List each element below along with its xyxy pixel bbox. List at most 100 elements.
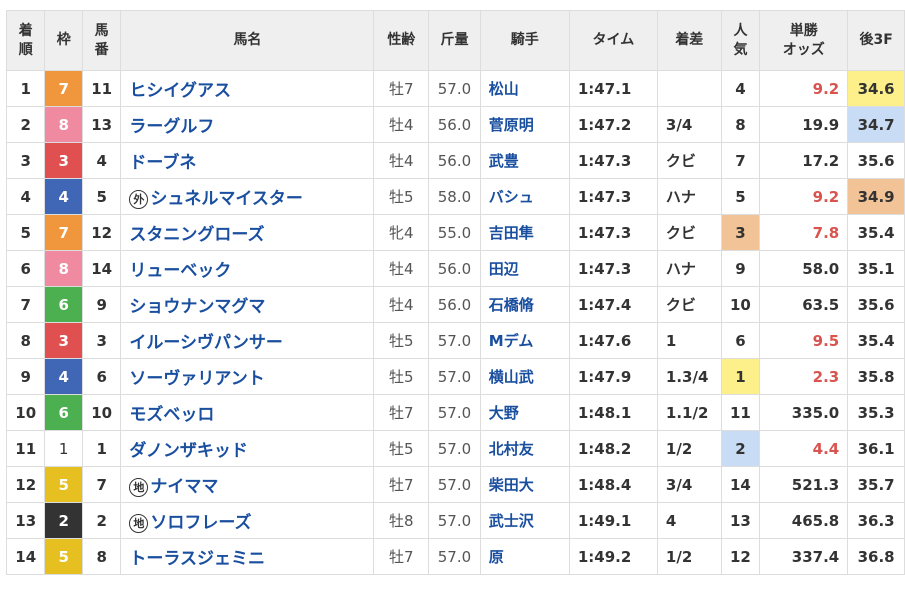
horse-name-cell[interactable]: ショウナンマグマ <box>120 286 375 323</box>
horse-name-cell[interactable]: スタニングローズ <box>120 214 375 251</box>
horse-name-cell[interactable]: ソーヴァリアント <box>120 358 375 395</box>
last3f-cell: 35.4 <box>847 214 905 251</box>
last3f-cell: 34.6 <box>847 70 905 107</box>
time-cell: 1:49.1 <box>568 502 658 539</box>
waku-cell: 2 <box>44 502 83 539</box>
weight-cell: 57.0 <box>428 466 481 503</box>
horse-name-link[interactable]: ヒシイグアス <box>129 81 231 101</box>
jockey-link[interactable]: 松山 <box>479 70 570 107</box>
horse-name-link[interactable]: ナイママ <box>150 477 218 497</box>
jockey-link[interactable]: 田辺 <box>479 250 570 287</box>
horse-name-link[interactable]: ダノンザキッド <box>129 441 248 461</box>
horse-name-cell[interactable]: リューベック <box>120 250 375 287</box>
rank-cell: 11 <box>5 430 46 467</box>
rank-cell: 12 <box>5 466 46 503</box>
jockey-link[interactable]: 石橋脩 <box>479 286 570 323</box>
header-waku-label: 枠 <box>56 32 71 48</box>
jockey-link[interactable]: 原 <box>479 538 570 575</box>
popularity-cell: 6 <box>720 322 761 359</box>
header-odds[interactable]: 単勝 オッズ <box>759 10 849 71</box>
header-weight: 斤量 <box>428 10 481 71</box>
umaban-cell: 9 <box>81 286 122 323</box>
header-rank[interactable]: 着 順 <box>5 10 46 71</box>
header-weight-label: 斤量 <box>440 32 469 48</box>
umaban-cell: 10 <box>81 394 122 431</box>
rank-cell: 4 <box>5 178 46 215</box>
jockey-link[interactable]: 吉田隼 <box>479 214 570 251</box>
time-cell: 1:49.2 <box>568 538 658 575</box>
rank-cell: 8 <box>5 322 46 359</box>
horse-name-cell[interactable]: 地ソロフレーズ <box>120 502 375 539</box>
sexage-cell: 牡7 <box>373 394 430 431</box>
last3f-cell: 34.9 <box>847 178 905 215</box>
sexage-cell: 牡5 <box>373 178 430 215</box>
waku-cell: 5 <box>44 466 83 503</box>
umaban-cell: 2 <box>81 502 122 539</box>
popularity-cell: 13 <box>720 502 761 539</box>
waku-cell: 7 <box>44 70 83 107</box>
time-cell: 1:47.1 <box>568 70 658 107</box>
horse-name-link[interactable]: ソーヴァリアント <box>129 369 264 389</box>
horse-name-link[interactable]: シュネルマイスター <box>150 189 303 209</box>
jockey-link[interactable]: 柴田大 <box>479 466 570 503</box>
horse-name-cell[interactable]: 地ナイママ <box>120 466 375 503</box>
jockey-link[interactable]: Mデム <box>479 322 570 359</box>
table-row: 13 2 2 地ソロフレーズ 牡8 57.0 武士沢 1:49.1 4 13 465.8 36.3 <box>5 502 905 539</box>
jockey-link[interactable]: バシュ <box>479 178 570 215</box>
header-umaban[interactable]: 馬 番 <box>81 10 122 71</box>
sexage-cell: 牡4 <box>373 286 430 323</box>
horse-name-cell[interactable]: ドーブネ <box>120 142 375 179</box>
weight-cell: 57.0 <box>428 538 481 575</box>
waku-cell: 7 <box>44 214 83 251</box>
odds-cell: 4.4 <box>759 430 849 467</box>
jockey-link[interactable]: 横山武 <box>479 358 570 395</box>
weight-cell: 56.0 <box>428 250 481 287</box>
horse-name-link[interactable]: リューベック <box>129 261 231 281</box>
umaban-cell: 8 <box>81 538 122 575</box>
last3f-cell: 35.3 <box>847 394 905 431</box>
last3f-cell: 36.3 <box>847 502 905 539</box>
horse-name-link[interactable]: ソロフレーズ <box>150 513 251 533</box>
header-waku[interactable]: 枠 <box>44 10 83 71</box>
time-cell: 1:47.3 <box>568 178 658 215</box>
header-time: タイム <box>568 10 658 71</box>
odds-cell: 7.8 <box>759 214 849 251</box>
header-popularity[interactable]: 人 気 <box>720 10 761 71</box>
table-row: 5 7 12 スタニングローズ 牝4 55.0 吉田隼 1:47.3 クビ 3 7.8 35.4 <box>5 214 905 251</box>
jockey-link[interactable]: 武士沢 <box>479 502 570 539</box>
horse-name-cell[interactable]: イルーシヴパンサー <box>120 322 375 359</box>
horse-name-link[interactable]: トーラスジェミニ <box>129 549 265 569</box>
jockey-link[interactable]: 北村友 <box>479 430 570 467</box>
last3f-cell: 35.8 <box>847 358 905 395</box>
time-cell: 1:47.2 <box>568 106 658 143</box>
horse-name-cell[interactable]: ラーグルフ <box>120 106 375 143</box>
weight-cell: 57.0 <box>428 358 481 395</box>
sexage-cell: 牡5 <box>373 322 430 359</box>
header-sexage: 性齢 <box>373 10 430 71</box>
popularity-cell: 8 <box>720 106 761 143</box>
horse-name-link[interactable]: ラーグルフ <box>129 117 214 137</box>
jockey-link[interactable]: 武豊 <box>479 142 570 179</box>
header-rank-label: 着 順 <box>18 22 33 58</box>
jockey-link[interactable]: 大野 <box>479 394 570 431</box>
horse-name-link[interactable]: モズベッロ <box>129 405 214 425</box>
header-jockey-label: 騎手 <box>510 32 539 48</box>
horse-name-cell[interactable]: 外シュネルマイスター <box>120 178 375 215</box>
weight-cell: 57.0 <box>428 394 481 431</box>
horse-name-link[interactable]: ドーブネ <box>129 153 196 173</box>
horse-name-cell[interactable]: ダノンザキッド <box>120 430 375 467</box>
horse-name-cell[interactable]: ヒシイグアス <box>120 70 375 107</box>
sexage-cell: 牡4 <box>373 142 430 179</box>
popularity-cell: 9 <box>720 250 761 287</box>
header-last3f[interactable]: 後3F <box>847 10 905 71</box>
horse-name-link[interactable]: イルーシヴパンサー <box>129 333 283 353</box>
margin-cell: クビ <box>656 142 722 179</box>
horse-name-cell[interactable]: モズベッロ <box>120 394 375 431</box>
waku-cell: 5 <box>44 538 83 575</box>
jockey-link[interactable]: 菅原明 <box>479 106 570 143</box>
header-odds-label: 単勝 オッズ <box>782 22 825 58</box>
horse-name-cell[interactable]: トーラスジェミニ <box>120 538 375 575</box>
horse-name-link[interactable]: スタニングローズ <box>129 225 264 245</box>
table-row: 3 3 4 ドーブネ 牡4 56.0 武豊 1:47.3 クビ 7 17.2 35.6 <box>5 142 905 179</box>
horse-name-link[interactable]: ショウナンマグマ <box>129 297 265 317</box>
